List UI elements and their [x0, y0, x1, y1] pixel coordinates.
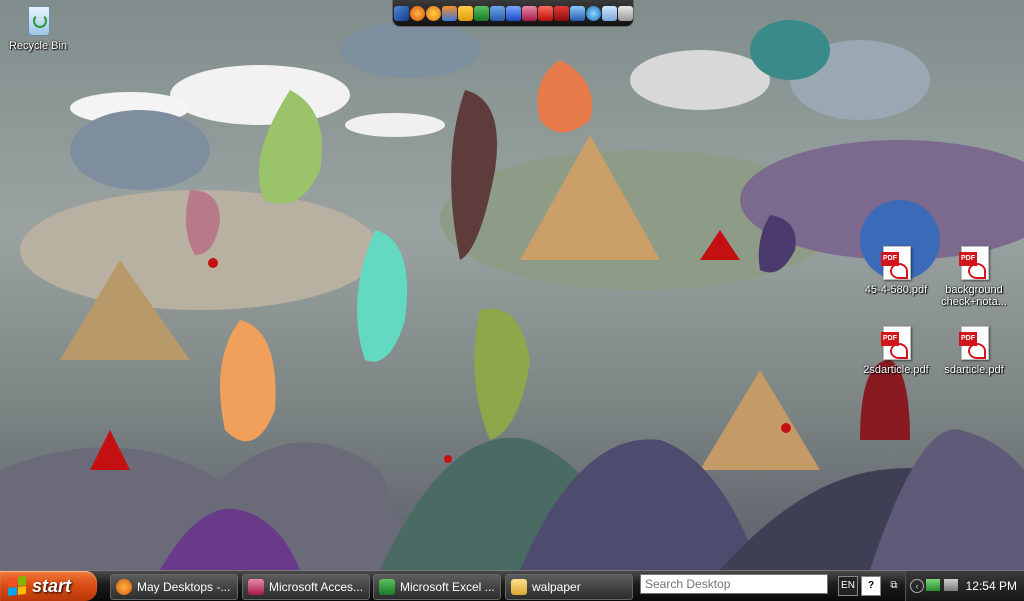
start-label: start — [32, 575, 72, 596]
windows-logo-icon — [8, 576, 26, 596]
file-label: background check+nota... — [941, 284, 1007, 308]
tray-expand-icon[interactable]: ‹ — [910, 579, 924, 593]
wireless-icon[interactable] — [944, 579, 958, 591]
restore-windows-icon[interactable]: ⧉ — [884, 576, 904, 596]
search-desktop-input[interactable] — [640, 574, 828, 594]
reader-icon[interactable] — [553, 5, 569, 21]
desktop-file-sdarticle[interactable]: PDF sdarticle.pdf — [936, 326, 1012, 376]
access-icon — [248, 579, 264, 595]
runner-icon[interactable] — [457, 5, 473, 21]
task-button-may-desktops[interactable]: May Desktops -... — [110, 574, 238, 600]
recycle-bin-label: Recycle Bin — [8, 40, 68, 52]
trash-icon[interactable] — [617, 5, 633, 21]
bird-icon[interactable] — [441, 5, 457, 21]
task-label: May Desktops -... — [137, 580, 231, 594]
folder-icon — [511, 579, 527, 595]
word-icon[interactable] — [505, 5, 521, 21]
desktop-file-background-check[interactable]: PDF background check+nota... — [936, 246, 1012, 308]
desktop-file-2sdarticle[interactable]: PDF 2sdarticle.pdf — [858, 326, 934, 376]
clock[interactable]: 12:54 PM — [966, 579, 1017, 593]
excel-icon[interactable] — [473, 5, 489, 21]
excel-icon — [379, 579, 395, 595]
task-button-walpaper[interactable]: walpaper — [505, 574, 633, 600]
outlook-icon[interactable] — [489, 5, 505, 21]
globe-icon[interactable] — [585, 5, 601, 21]
recycle-bin-icon — [22, 2, 54, 38]
network-icon[interactable] — [926, 579, 940, 591]
firefox-icon[interactable] — [409, 5, 425, 21]
start-button[interactable]: start — [0, 571, 97, 601]
recycle-bin[interactable]: Recycle Bin — [0, 2, 76, 52]
taskbar: start May Desktops -... Microsoft Acces.… — [0, 570, 1024, 601]
pdf-file-icon: PDF — [958, 246, 990, 282]
photoshop-icon[interactable] — [569, 5, 585, 21]
pdf-file-icon: PDF — [880, 246, 912, 282]
access-icon[interactable] — [521, 5, 537, 21]
pdf-file-icon: PDF — [958, 326, 990, 362]
arrow-icon[interactable] — [393, 5, 409, 21]
file-label: sdarticle.pdf — [944, 364, 1004, 376]
task-label: Microsoft Excel ... — [400, 580, 495, 594]
flower-icon[interactable] — [425, 5, 441, 21]
language-indicator[interactable]: EN — [838, 576, 858, 596]
acrobat-icon[interactable] — [537, 5, 553, 21]
file-label: 2sdarticle.pdf — [863, 364, 929, 376]
quick-launch-dock — [392, 0, 634, 27]
desktop-file-45-4-580[interactable]: PDF 45-4-580.pdf — [858, 246, 934, 296]
task-button-microsoft-excel[interactable]: Microsoft Excel ... — [373, 574, 501, 600]
firefox-icon — [116, 579, 132, 595]
pdf-file-icon: PDF — [880, 326, 912, 362]
desktop-wallpaper: Recycle Bin PDF 45-4-580.pdf PDF backgro… — [0, 0, 1024, 570]
help-button[interactable]: ? — [861, 576, 881, 596]
task-label: Microsoft Acces... — [269, 580, 364, 594]
system-tray: ‹ 12:54 PM — [905, 571, 1024, 601]
task-button-microsoft-access[interactable]: Microsoft Acces... — [242, 574, 370, 600]
file-label: 45-4-580.pdf — [864, 284, 928, 296]
notepad-icon[interactable] — [601, 5, 617, 21]
task-label: walpaper — [532, 580, 581, 594]
